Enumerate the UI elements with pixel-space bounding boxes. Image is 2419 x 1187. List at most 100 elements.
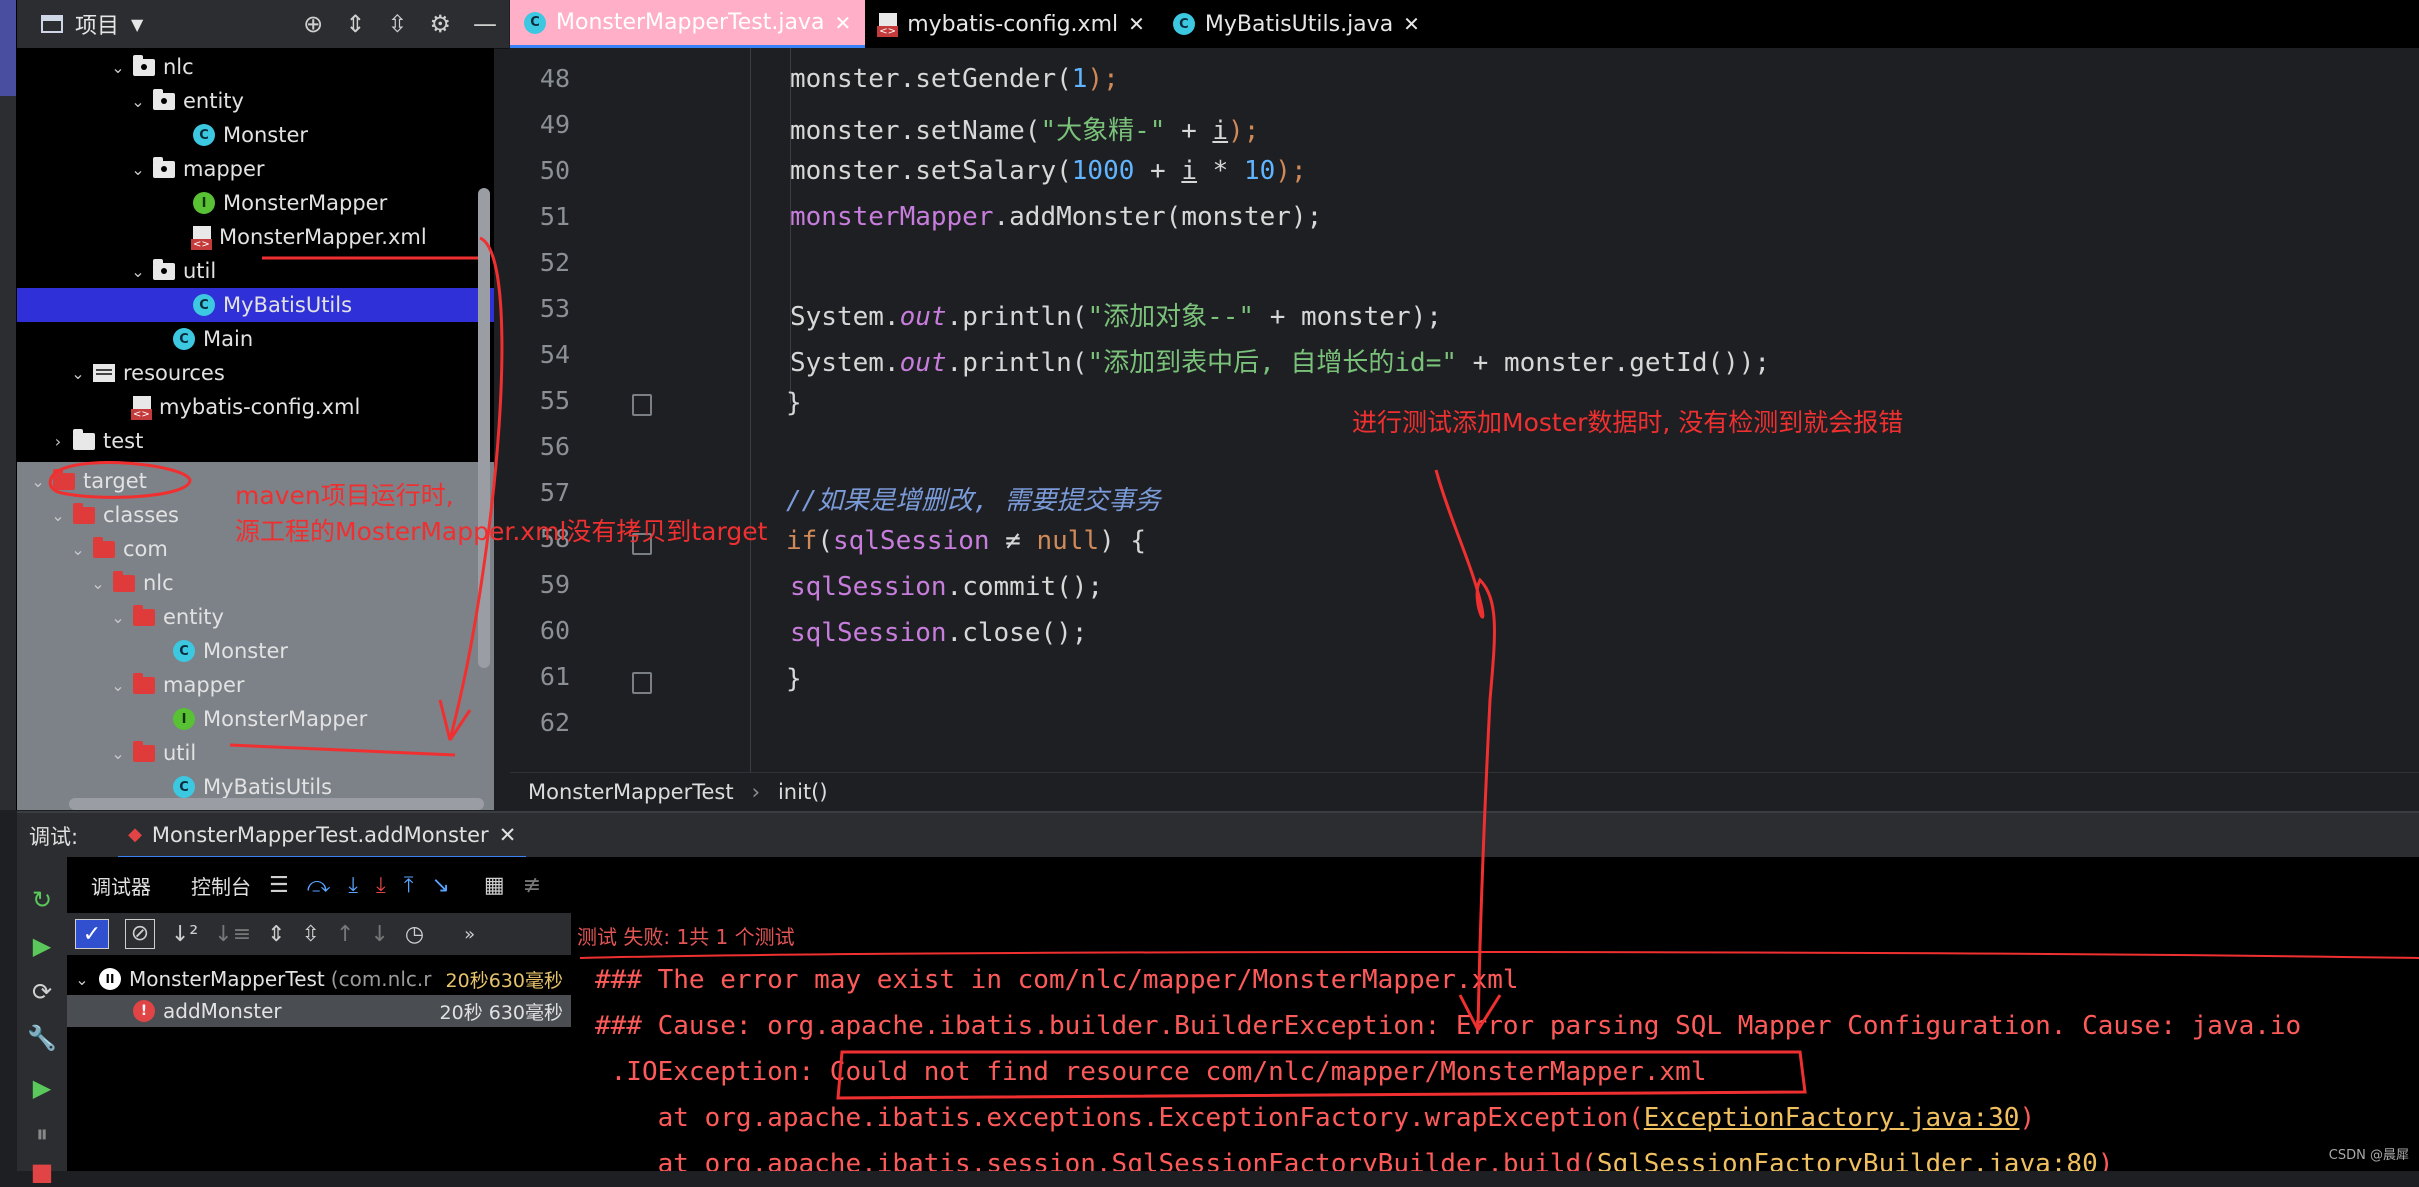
chevron-down-icon[interactable]: ⌄: [109, 608, 127, 627]
history-icon[interactable]: ◷: [405, 922, 424, 947]
fold-marker[interactable]: [632, 672, 652, 694]
tree-item[interactable]: ⌄ mapper: [17, 152, 494, 186]
force-step-into-icon[interactable]: ⤓: [376, 873, 386, 898]
sort-alpha-icon[interactable]: ↓²: [171, 922, 198, 947]
tree-item[interactable]: ⌄ util: [17, 254, 494, 288]
chevron-down-icon[interactable]: ⌄: [29, 472, 47, 491]
structure-tab[interactable]: [0, 0, 16, 96]
tree-item[interactable]: C Main: [17, 322, 494, 356]
stop-icon[interactable]: ■: [27, 1157, 57, 1187]
resume-icon[interactable]: ▶: [27, 1073, 57, 1103]
editor-tab[interactable]: C MonsterMapperTest.java ✕: [510, 0, 866, 48]
tree-item[interactable]: mybatis-config.xml: [17, 390, 494, 424]
tab-debugger[interactable]: 调试器: [91, 871, 151, 900]
project-title: 项目: [75, 14, 120, 39]
test-suite-row[interactable]: ⌄ II MonsterMapperTest (com.nlc.r 20秒630…: [67, 963, 571, 995]
minimize-icon[interactable]: —: [473, 10, 497, 38]
tree-item[interactable]: C Monster: [17, 634, 494, 668]
close-icon[interactable]: ✕: [1128, 12, 1145, 36]
stacktrace-link[interactable]: ExceptionFactory.java:30: [1644, 1103, 2020, 1133]
tree-item[interactable]: ⌄ nlc: [17, 566, 494, 600]
tree-item[interactable]: ⌄ entity: [17, 84, 494, 118]
tree-item[interactable]: ⌄ mapper: [17, 668, 494, 702]
collapse-all-icon[interactable]: ⇳: [302, 922, 320, 947]
line-number: 61: [539, 662, 570, 691]
project-view-selector[interactable]: 项目 ▼: [41, 8, 143, 40]
collapse-all-icon[interactable]: ⇳: [387, 10, 407, 38]
pause-icon[interactable]: ⏸: [27, 1119, 57, 1149]
tree-item[interactable]: C Monster: [17, 118, 494, 152]
tree-item[interactable]: I MonsterMapper: [17, 186, 494, 220]
tree-item[interactable]: › test: [17, 424, 494, 458]
editor-tab-label: MyBatisUtils.java: [1204, 11, 1394, 37]
wrench-icon[interactable]: 🔧: [27, 1023, 57, 1053]
expand-all-icon[interactable]: ⇕: [267, 922, 285, 947]
tab-console[interactable]: 控制台: [191, 871, 251, 900]
next-failed-icon[interactable]: ↓: [370, 922, 388, 947]
editor-tab[interactable]: C MyBatisUtils.java ✕: [1159, 0, 1434, 48]
editor-tab[interactable]: mybatis-config.xml ✕: [865, 0, 1159, 48]
stacktrace-link[interactable]: SqlSessionFactoryBuilder.java:80: [1597, 1149, 2098, 1171]
menu-icon[interactable]: ☰: [269, 873, 289, 898]
tree-item[interactable]: ⌄ util: [17, 736, 494, 770]
step-over-icon[interactable]: ⤼: [307, 873, 331, 898]
chevron-down-icon[interactable]: ⌄: [109, 676, 127, 695]
step-out-icon[interactable]: ⤒: [404, 873, 414, 898]
breadcrumb-method[interactable]: init(): [778, 780, 828, 804]
tree-item[interactable]: ⌄ nlc: [17, 50, 494, 84]
chevron-down-icon[interactable]: ⌄: [49, 506, 67, 525]
tree-item-label: MonsterMapper: [203, 707, 368, 731]
tree-item[interactable]: ⌄ resources: [17, 356, 494, 390]
show-passed-icon[interactable]: ✓: [75, 919, 109, 949]
rerun-icon[interactable]: ↻: [27, 885, 57, 915]
chevron-down-icon[interactable]: ⌄: [89, 574, 107, 593]
test-suite-package: (com.nlc.r: [330, 967, 432, 991]
debug-session-tab[interactable]: ◆ MonsterMapperTest.addMonster ✕: [118, 813, 527, 859]
prev-failed-icon[interactable]: ↑: [336, 922, 354, 947]
tree-item-label: mapper: [183, 157, 265, 181]
tree-item-label: Monster: [223, 123, 309, 147]
tree-item-label: mapper: [163, 673, 245, 697]
sort-duration-icon[interactable]: ↓≡: [214, 922, 251, 947]
chevron-down-icon[interactable]: ⌄: [129, 160, 147, 179]
tree-item[interactable]: ⌄ entity: [17, 600, 494, 634]
console-output[interactable]: 测试 失败: 1共 1 个测试 ### The error may exist …: [571, 913, 2419, 1171]
close-icon[interactable]: ✕: [1403, 12, 1420, 36]
gear-icon[interactable]: ⚙: [429, 10, 451, 38]
chevron-down-icon[interactable]: ⌄: [129, 262, 147, 281]
test-results-tree: ⌄ II MonsterMapperTest (com.nlc.r 20秒630…: [67, 955, 571, 1171]
breadcrumb-class[interactable]: MonsterMapperTest: [528, 780, 734, 804]
chevron-right-icon[interactable]: ›: [49, 432, 67, 451]
test-case-row[interactable]: ! addMonster 20秒 630毫秒: [67, 995, 571, 1027]
tree-horizontal-scrollbar[interactable]: [69, 798, 484, 810]
trace-icon[interactable]: ≢: [523, 873, 541, 898]
code-line-58: if(sqlSession ≠ null) {: [786, 526, 1147, 556]
line-number: 54: [539, 340, 570, 369]
close-icon[interactable]: ✕: [834, 11, 851, 35]
toggle-auto-test-icon[interactable]: ⟳: [27, 977, 57, 1007]
chevron-down-icon[interactable]: ⌄: [73, 970, 91, 989]
expand-all-icon[interactable]: ⇕: [345, 10, 365, 38]
close-icon[interactable]: ✕: [499, 823, 517, 847]
fold-marker[interactable]: [632, 394, 652, 416]
chevron-down-icon[interactable]: ⌄: [109, 58, 127, 77]
table-icon[interactable]: ▦: [484, 873, 505, 898]
chevron-down-icon[interactable]: ⌄: [109, 744, 127, 763]
chevron-down-icon[interactable]: ⌄: [69, 364, 87, 383]
tree-scrollbar[interactable]: [478, 188, 490, 668]
interface-icon: I: [173, 708, 195, 730]
line-gutter: 48 49 50 51 52 53 54 55 56 57 58 59 60 61 62: [510, 48, 606, 772]
tree-item-label: nlc: [143, 571, 174, 595]
chevron-down-icon[interactable]: ⌄: [69, 540, 87, 559]
rerun-failed-icon[interactable]: ▶: [27, 931, 57, 961]
tree-item[interactable]: MonsterMapper.xml: [17, 220, 494, 254]
tree-item[interactable]: C MyBatisUtils: [17, 288, 494, 322]
chevron-down-icon[interactable]: ⌄: [129, 92, 147, 111]
target-icon[interactable]: ⊕: [303, 10, 323, 38]
more-icon[interactable]: »: [464, 924, 475, 945]
step-into-icon[interactable]: ⤓: [348, 873, 358, 898]
chevron-down-icon[interactable]: ▼: [131, 15, 143, 34]
show-ignored-icon[interactable]: ⊘: [125, 919, 155, 949]
tree-item[interactable]: I MonsterMapper: [17, 702, 494, 736]
run-to-cursor-icon[interactable]: ↘: [431, 873, 449, 898]
